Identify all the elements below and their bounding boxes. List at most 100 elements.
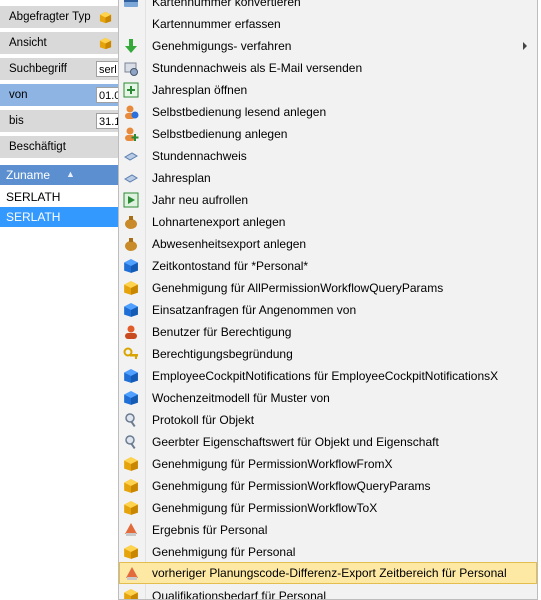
menu-item-label: Stundennachweis xyxy=(152,149,247,163)
yellow-cube-icon xyxy=(124,589,138,599)
menu-item-label: Lohnartenexport anlegen xyxy=(152,215,286,229)
menu-item-time-account-balance[interactable]: Zeitkontostand für *Personal* xyxy=(119,255,537,277)
menu-item-label: Kartennummer erfassen xyxy=(152,17,281,31)
menu-item-label: Benutzer für Berechtigung xyxy=(152,325,292,339)
filter-label: bis xyxy=(9,115,24,127)
user-add-icon xyxy=(125,127,139,141)
menu-item-approval-workflow-query[interactable]: Genehmigung für PermissionWorkflowQueryP… xyxy=(119,475,537,497)
menu-item-weekly-time-model[interactable]: Wochenzeitmodell für Muster von xyxy=(119,387,537,409)
menu-item-label: Protokoll für Objekt xyxy=(152,413,255,427)
menu-item-label: Selbstbedienung anlegen xyxy=(152,127,288,141)
menu-item-label: Geerbter Eigenschaftswert für Objekt und… xyxy=(152,435,439,449)
menu-item-protocol-for-object[interactable]: Protokoll für Objekt xyxy=(119,409,537,431)
filter-label: Suchbegriff xyxy=(9,63,67,75)
menu-item-inherited-property-value[interactable]: Geerbter Eigenschaftswert für Objekt und… xyxy=(119,431,537,453)
menu-item-recalculate-year[interactable]: Jahr neu aufrollen xyxy=(119,189,537,211)
user-info-icon xyxy=(125,105,139,119)
yellow-cube-icon xyxy=(124,281,138,295)
menu-item-label: Stundennachweis als E-Mail versenden xyxy=(152,61,363,75)
magnifier-icon xyxy=(125,435,136,450)
filter-label: Abgefragter Typ xyxy=(9,11,91,23)
menu-item-qualification-need[interactable]: Qualifikationsbedarf für Personal xyxy=(119,585,537,600)
money-bag-icon xyxy=(125,216,137,229)
menu-item-label: Jahr neu aufrollen xyxy=(152,193,249,207)
filter-label: Ansicht xyxy=(9,37,47,49)
menu-item-label: Jahresplan xyxy=(152,171,211,185)
yellow-cube-icon xyxy=(124,501,138,515)
menu-item-label: EmployeeCockpitNotifications für Employe… xyxy=(152,369,499,383)
filter-label: von xyxy=(9,89,28,101)
filter-row-search-term: Suchbegriff serl xyxy=(0,58,136,82)
filter-row-employed[interactable]: Beschäftigt xyxy=(0,136,120,160)
result-flag-icon xyxy=(125,523,137,536)
menu-item-label: Ergebnis für Personal xyxy=(152,523,268,537)
column-header-surname[interactable]: Zuname ▲ xyxy=(0,165,120,185)
yellow-cube-icon xyxy=(124,457,138,471)
menu-item-label: Selbstbedienung lesend anlegen xyxy=(152,105,327,119)
document-icon xyxy=(124,152,138,161)
email-report-icon xyxy=(124,62,138,76)
menu-item-annual-plan[interactable]: Jahresplan xyxy=(119,167,537,189)
menu-item-approval-workflow-to[interactable]: Genehmigung für PermissionWorkflowToX xyxy=(119,497,537,519)
menu-item-result-for-personnel[interactable]: Ergebnis für Personal xyxy=(119,519,537,541)
menu-item-open-annual-plan[interactable]: Jahresplan öffnen xyxy=(119,79,537,101)
submenu-arrow-icon xyxy=(523,42,527,50)
menu-item-timesheet[interactable]: Stundennachweis xyxy=(119,145,537,167)
menu-item-assignment-requests[interactable]: Einsatzanfragen für Angenommen von xyxy=(119,299,537,321)
result-flag-icon xyxy=(126,567,138,580)
menu-item-permission-reason[interactable]: Berechtigungsbegründung xyxy=(119,343,537,365)
filter-row-queried-type[interactable]: Abgefragter Typ xyxy=(0,6,120,30)
menu-item-label: Qualifikationsbedarf für Personal xyxy=(152,589,327,600)
filter-label: Beschäftigt xyxy=(9,141,66,153)
table-cell: SERLATH xyxy=(6,210,61,224)
menu-item-send-timesheet-email[interactable]: Stundennachweis als E-Mail versenden xyxy=(119,57,537,79)
menu-item-create-self-service[interactable]: Selbstbedienung anlegen xyxy=(119,123,537,145)
menu-item-label: Abwesenheitsexport anlegen xyxy=(152,237,307,251)
menu-item-label: vorheriger Planungscode-Differenz-Export… xyxy=(152,566,507,580)
menu-item-label: Genehmigung für Personal xyxy=(152,545,296,559)
menu-item-label: Genehmigung für PermissionWorkflowToX xyxy=(152,501,378,515)
blue-cube-icon xyxy=(124,369,138,383)
play-icon xyxy=(123,192,139,208)
filter-panel: Abgefragter Typ Ansicht Suchbegriff serl… xyxy=(0,0,136,588)
filter-row-view[interactable]: Ansicht xyxy=(0,32,120,56)
table-row[interactable]: SERLATH xyxy=(0,207,120,227)
menu-item-create-self-service-read[interactable]: Selbstbedienung lesend anlegen xyxy=(119,101,537,123)
menu-item-capture-card-number[interactable]: Kartennummer erfassen xyxy=(119,13,537,35)
menu-item-label: Einsatzanfragen für Angenommen von xyxy=(152,303,357,317)
cube-icon[interactable] xyxy=(99,37,112,50)
key-icon xyxy=(123,347,138,359)
menu-item-label: Kartennummer konvertieren xyxy=(152,0,301,9)
sort-ascending-icon: ▲ xyxy=(66,169,75,179)
menu-item-create-absence-export[interactable]: Abwesenheitsexport anlegen xyxy=(119,233,537,255)
menu-item-approval-procedure[interactable]: Genehmigungs- verfahren xyxy=(119,35,537,57)
cube-icon[interactable] xyxy=(99,11,112,24)
menu-item-create-wage-type-export[interactable]: Lohnartenexport anlegen xyxy=(119,211,537,233)
document-icon xyxy=(124,174,138,183)
table-row[interactable]: SERLATH xyxy=(0,187,120,207)
menu-item-label: Genehmigung für PermissionWorkflowFromX xyxy=(152,457,393,471)
menu-item-approval-workflow-from[interactable]: Genehmigung für PermissionWorkflowFromX xyxy=(119,453,537,475)
blue-cube-icon xyxy=(124,259,138,273)
menu-item-approval-for-personnel[interactable]: Genehmigung für Personal xyxy=(119,541,537,563)
menu-item-label: Genehmigungs- verfahren xyxy=(152,39,292,53)
filter-row-to: bis 31.1 xyxy=(0,110,136,134)
column-header-label: Zuname xyxy=(6,168,51,182)
money-bag-icon xyxy=(125,238,137,251)
menu-item-previous-planning-code-export[interactable]: vorheriger Planungscode-Differenz-Export… xyxy=(119,562,537,584)
menu-item-label: Genehmigung für PermissionWorkflowQueryP… xyxy=(152,479,431,493)
menu-item-label: Jahresplan öffnen xyxy=(152,83,248,97)
table-cell: SERLATH xyxy=(6,190,61,204)
menu-item-approval-all-permission-params[interactable]: Genehmigung für AllPermissionWorkflowQue… xyxy=(119,277,537,299)
user-icon xyxy=(125,325,137,339)
menu-item-employee-cockpit-notifications[interactable]: EmployeeCockpitNotifications für Employe… xyxy=(119,365,537,387)
menu-item-convert-card-number[interactable]: Kartennummer konvertieren xyxy=(119,0,537,13)
card-icon xyxy=(123,16,139,32)
context-menu: Kartennummer konvertieren Kartennummer e… xyxy=(118,0,538,600)
card-icon xyxy=(124,0,138,7)
menu-item-label: Genehmigung für AllPermissionWorkflowQue… xyxy=(152,281,444,295)
menu-item-label: Wochenzeitmodell für Muster von xyxy=(152,391,330,405)
magnifier-icon xyxy=(125,413,136,428)
filter-row-from: von 01.0 xyxy=(0,84,136,108)
menu-item-user-for-permission[interactable]: Benutzer für Berechtigung xyxy=(119,321,537,343)
